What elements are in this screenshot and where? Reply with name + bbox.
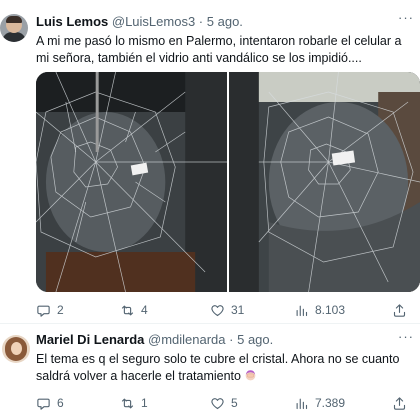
tweet-header: Mariel Di Lenarda @mdilenarda · 5 ago. <box>36 332 273 348</box>
views-button[interactable]: 7.389 <box>294 393 345 413</box>
views-chart-icon <box>296 305 308 316</box>
retweet-button[interactable]: 1 <box>120 393 148 413</box>
share-icon <box>393 396 406 410</box>
separator: · <box>229 332 234 347</box>
tweet-actions: 2 4 31 8.103 <box>36 300 420 320</box>
reply-icon <box>37 305 50 317</box>
more-options-icon[interactable]: ··· <box>398 329 414 344</box>
tweet-text: A mi me pasó lo mismo en Palermo, intent… <box>36 34 402 65</box>
tweet-header: Luis Lemos @LuisLemos3 · 5 ago. <box>36 14 243 30</box>
avatar[interactable] <box>2 335 30 363</box>
tweet-text-container: El tema es q el seguro solo te cubre el … <box>36 351 416 385</box>
views-chart-icon <box>296 398 308 409</box>
separator: · <box>198 14 204 29</box>
tweet-media[interactable] <box>36 72 420 292</box>
view-count: 7.389 <box>315 396 346 410</box>
reply-button[interactable]: 6 <box>36 393 64 413</box>
heart-icon <box>211 304 224 316</box>
shattered-car-window-photo[interactable] <box>36 72 227 292</box>
like-count: 31 <box>231 303 245 317</box>
tweet-text: El tema es q el seguro solo te cubre el … <box>36 352 400 383</box>
like-count: 5 <box>231 396 238 410</box>
tweet-date[interactable]: 5 ago. <box>237 332 273 347</box>
tweet-date[interactable]: 5 ago. <box>207 14 243 29</box>
author-handle[interactable]: @LuisLemos3 <box>112 14 195 29</box>
share-button[interactable] <box>392 393 407 413</box>
retweet-icon <box>121 305 134 315</box>
reply-count: 2 <box>57 303 64 317</box>
retweet-button[interactable]: 4 <box>120 300 148 320</box>
shattered-car-window-photo[interactable] <box>229 72 420 292</box>
like-button[interactable]: 31 <box>210 300 244 320</box>
more-options-icon[interactable]: ··· <box>398 10 414 25</box>
tweet[interactable]: Luis Lemos @LuisLemos3 · 5 ago. ··· A mi… <box>0 0 420 324</box>
like-button[interactable]: 5 <box>210 393 238 413</box>
author-name[interactable]: Luis Lemos <box>36 14 108 29</box>
author-handle[interactable]: @mdilenarda <box>148 332 226 347</box>
tweet[interactable]: Mariel Di Lenarda @mdilenarda · 5 ago. ·… <box>0 325 420 420</box>
heart-icon <box>211 397 224 409</box>
reply-button[interactable]: 2 <box>36 300 64 320</box>
retweet-icon <box>121 398 134 408</box>
reply-count: 6 <box>57 396 64 410</box>
author-name[interactable]: Mariel Di Lenarda <box>36 332 144 347</box>
views-button[interactable]: 8.103 <box>294 300 345 320</box>
avatar[interactable] <box>0 14 28 42</box>
reply-icon <box>37 398 50 410</box>
share-icon <box>393 303 406 317</box>
tweet-actions: 6 1 5 7.389 <box>36 393 420 413</box>
view-count: 8.103 <box>315 303 346 317</box>
retweet-count: 4 <box>141 303 148 317</box>
share-button[interactable] <box>392 300 407 320</box>
woman-facepalming-emoji <box>246 370 256 381</box>
retweet-count: 1 <box>141 396 148 410</box>
